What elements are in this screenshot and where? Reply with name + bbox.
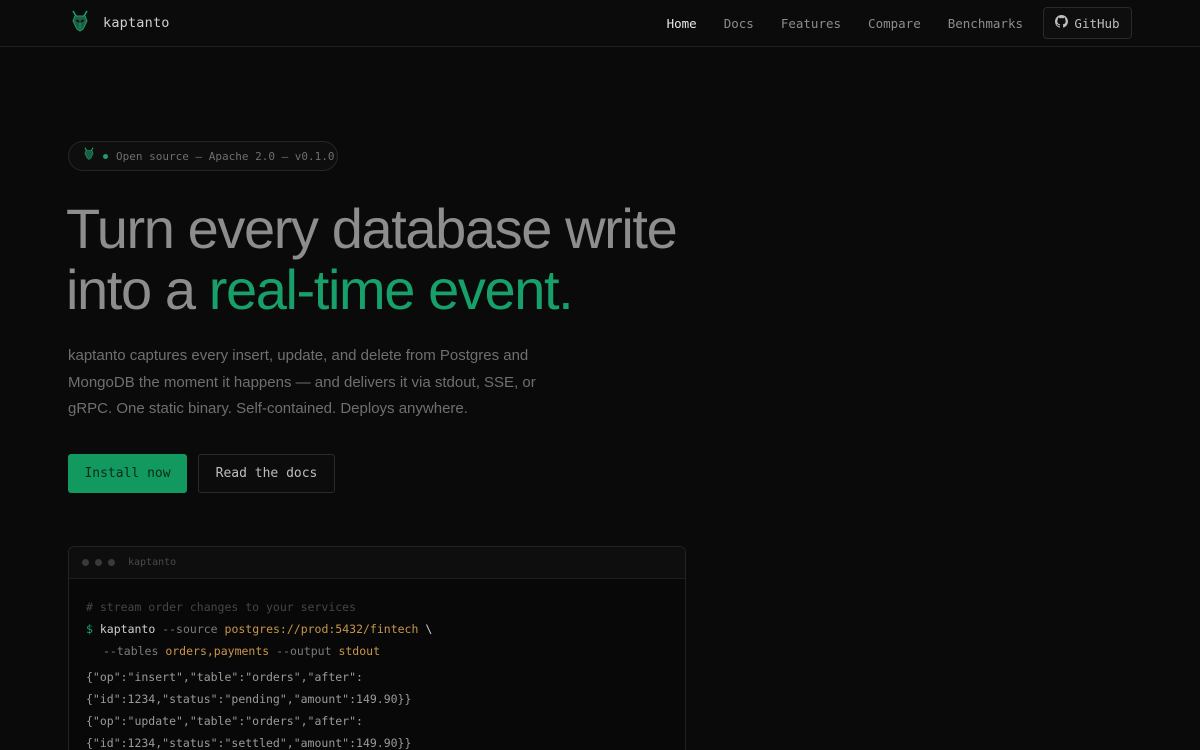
- status-dot-icon: [103, 153, 108, 159]
- install-now-button[interactable]: Install now: [68, 454, 187, 493]
- terminal-flag-output: --output: [276, 644, 332, 658]
- terminal-prompt: $: [86, 622, 93, 636]
- window-dot-icon: [95, 559, 102, 566]
- terminal-flag-tables: --tables: [103, 644, 159, 658]
- terminal-command-line-2: --tables orders,payments --output stdout: [86, 640, 668, 662]
- terminal-output-line: {"op":"insert","table":"orders","after":: [86, 670, 363, 684]
- terminal-source-value: postgres://prod:5432/fintech: [224, 622, 419, 636]
- nav-link-home[interactable]: Home: [667, 16, 697, 31]
- terminal-continuation: \: [425, 622, 433, 636]
- nav-links: Home Docs Features Compare Benchmarks Gi…: [667, 7, 1132, 39]
- top-nav: kaptanto Home Docs Features Compare Benc…: [0, 0, 1200, 47]
- terminal-comment: # stream order changes to your services: [86, 600, 357, 614]
- read-docs-button[interactable]: Read the docs: [198, 454, 335, 493]
- terminal-window: kaptanto # stream order changes to your …: [68, 546, 686, 750]
- terminal-command-line: $ kaptanto --source postgres://prod:5432…: [86, 618, 668, 640]
- nav-link-benchmarks[interactable]: Benchmarks: [948, 16, 1023, 31]
- terminal-output-line: {"id":1234,"status":"pending","amount":1…: [86, 692, 412, 706]
- hero-title-accent: real-time event.: [208, 258, 574, 321]
- terminal-body: # stream order changes to your services …: [69, 579, 685, 750]
- nav-link-docs[interactable]: Docs: [724, 16, 754, 31]
- hero-title-line1: Turn every database write: [66, 197, 678, 260]
- nav-link-compare[interactable]: Compare: [868, 16, 921, 31]
- terminal-output-value: stdout: [338, 644, 380, 658]
- window-dot-icon: [82, 559, 89, 566]
- github-icon: [1055, 15, 1069, 31]
- version-badge: Open source — Apache 2.0 — v0.1.0: [68, 141, 338, 171]
- terminal-titlebar: kaptanto: [69, 547, 685, 579]
- logo-icon: [83, 147, 95, 165]
- badge-text: Open source — Apache 2.0 — v0.1.0: [116, 149, 335, 163]
- terminal-output-line: {"id":1234,"status":"settled","amount":1…: [86, 736, 412, 750]
- terminal-output-line: {"op":"update","table":"orders","after":: [86, 714, 363, 728]
- terminal-cmd: kaptanto: [99, 622, 156, 636]
- terminal-flag-source: --source: [162, 622, 218, 636]
- brand-link[interactable]: kaptanto: [70, 10, 170, 37]
- hero-title-line2-prefix: into a: [66, 258, 209, 321]
- hero-description: kaptanto captures every insert, update, …: [68, 347, 536, 417]
- window-dot-icon: [108, 559, 115, 566]
- nav-link-features[interactable]: Features: [781, 16, 841, 31]
- logo-icon: [70, 10, 90, 37]
- brand-name: kaptanto: [103, 15, 170, 31]
- github-label: GitHub: [1074, 15, 1120, 31]
- hero-title: Turn every database write into a real-ti…: [66, 198, 766, 320]
- terminal-tables-value: orders,payments: [165, 644, 270, 658]
- github-button[interactable]: GitHub: [1043, 7, 1132, 39]
- terminal-title: kaptanto: [128, 557, 177, 568]
